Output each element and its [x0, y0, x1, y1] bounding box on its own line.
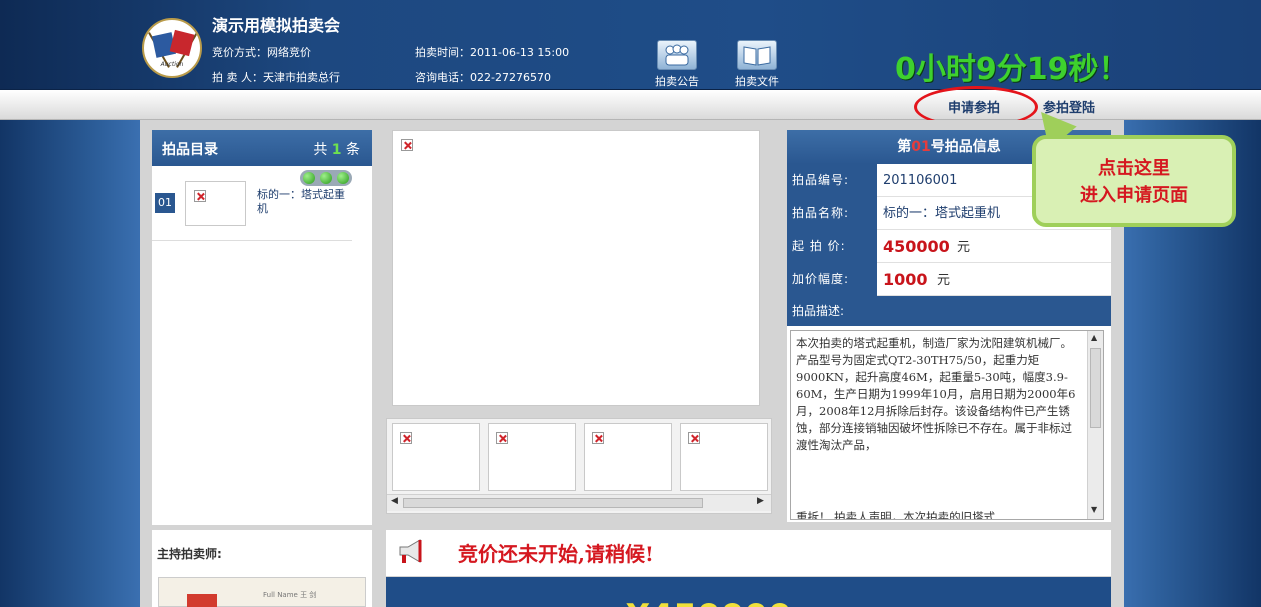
scroll-right-arrow-icon[interactable]: ▶ [757, 496, 764, 506]
increment-row: 加价幅度: 1000 元 [787, 263, 1111, 296]
description-label: 拍品描述: [787, 296, 1111, 326]
auction-logo: Auction [142, 18, 202, 78]
field-label: 起 拍 价: [787, 230, 877, 263]
starting-price-row: 起 拍 价: 450000 元 [787, 230, 1111, 263]
lot-number[interactable]: 01 [155, 193, 175, 213]
lot-name-value: 标的一：塔式起重机 [883, 206, 1001, 221]
callout-line-1: 点击这里 [1098, 158, 1170, 179]
scrollbar-thumb[interactable] [1090, 348, 1101, 428]
lot-code-value: 201106001 [883, 173, 958, 188]
lot-count: 共 1 条 [313, 142, 360, 158]
people-icon [657, 40, 697, 70]
auction-time: 拍卖时间：2011-06-13 15:00 [415, 46, 570, 59]
scroll-down-arrow-icon[interactable]: ▼ [1091, 505, 1097, 514]
starting-price-value: 450000 [883, 237, 950, 256]
logo-text: Auction [160, 61, 184, 68]
scrollbar-thumb[interactable] [403, 498, 703, 508]
main-image [392, 130, 760, 406]
countdown-timer: 0小时9分19秒！ [895, 52, 1129, 87]
increment-value: 1000 [883, 270, 928, 289]
field-label: 拍品编号: [787, 164, 877, 197]
auctioneer: 拍 卖 人：天津市拍卖总行 [212, 71, 340, 84]
scroll-up-arrow-icon[interactable]: ▲ [1091, 333, 1097, 342]
bid-method: 竞价方式：网络竞价 [212, 46, 311, 59]
lot-thumbnail[interactable] [185, 181, 246, 226]
currency-unit: 元 [937, 273, 951, 288]
documents-button[interactable]: 拍卖文件 [735, 40, 779, 88]
description-text: 本次拍卖的塔式起重机，制造厂家为沈阳建筑机械厂。产品型号为固定式QT2-30TH… [796, 336, 1076, 452]
broken-image-icon [194, 190, 206, 202]
book-icon [737, 40, 777, 70]
lot-list-title: 拍品目录 [162, 142, 218, 158]
lot-list-item-title[interactable]: 标的一：塔式起重机 [257, 188, 349, 216]
callout-line-2: 进入申请页面 [1080, 185, 1188, 206]
gallery-thumbnail[interactable] [680, 423, 768, 491]
id-card-text: Full Name 王 剑 [263, 591, 317, 599]
lot-list-header: 拍品目录 共 1 条 [152, 130, 372, 166]
site-title: 演示用模拟拍卖会 [212, 16, 341, 35]
description-scrollbar[interactable]: ▲ ▼ [1087, 331, 1103, 519]
thumbnail-scrollbar[interactable]: ◀ ▶ [387, 494, 771, 511]
apply-hint-callout: 点击这里 进入申请页面 [1032, 135, 1236, 227]
current-bid-panel: ¥450000 [386, 577, 1111, 607]
documents-label: 拍卖文件 [735, 75, 779, 88]
description-text-more: 重拆！ 拍卖人声明，本次拍卖的旧塔式 [796, 510, 996, 520]
bidding-not-started-message: 竞价还未开始,请稍候! [458, 542, 654, 566]
status-lights [300, 170, 352, 186]
auctioneer-id-card: Full Name 王 剑 [158, 577, 366, 607]
host-label: 主持拍卖师: [157, 547, 222, 561]
announcement-label: 拍卖公告 [655, 75, 699, 88]
scroll-left-arrow-icon[interactable]: ◀ [391, 496, 398, 506]
megaphone-icon [399, 539, 422, 563]
announcement-button[interactable]: 拍卖公告 [655, 40, 699, 88]
divider [152, 240, 352, 241]
broken-image-icon [401, 139, 413, 151]
currency-unit: 元 [957, 240, 971, 255]
field-label: 拍品名称: [787, 197, 877, 230]
gallery-thumbnail[interactable] [488, 423, 576, 491]
auctioneer-photo [187, 594, 217, 607]
field-label: 加价幅度: [787, 263, 877, 296]
gallery-thumbnail[interactable] [584, 423, 672, 491]
gallery-thumbnail[interactable] [392, 423, 480, 491]
description-textarea[interactable]: 本次拍卖的塔式起重机，制造厂家为沈阳建筑机械厂。产品型号为固定式QT2-30TH… [790, 330, 1104, 520]
contact-phone: 咨询电话：022-27276570 [415, 71, 551, 84]
current-price: ¥450000 [626, 597, 792, 607]
page-header: Auction 演示用模拟拍卖会 竞价方式：网络竞价 拍 卖 人：天津市拍卖总行… [0, 0, 1261, 90]
